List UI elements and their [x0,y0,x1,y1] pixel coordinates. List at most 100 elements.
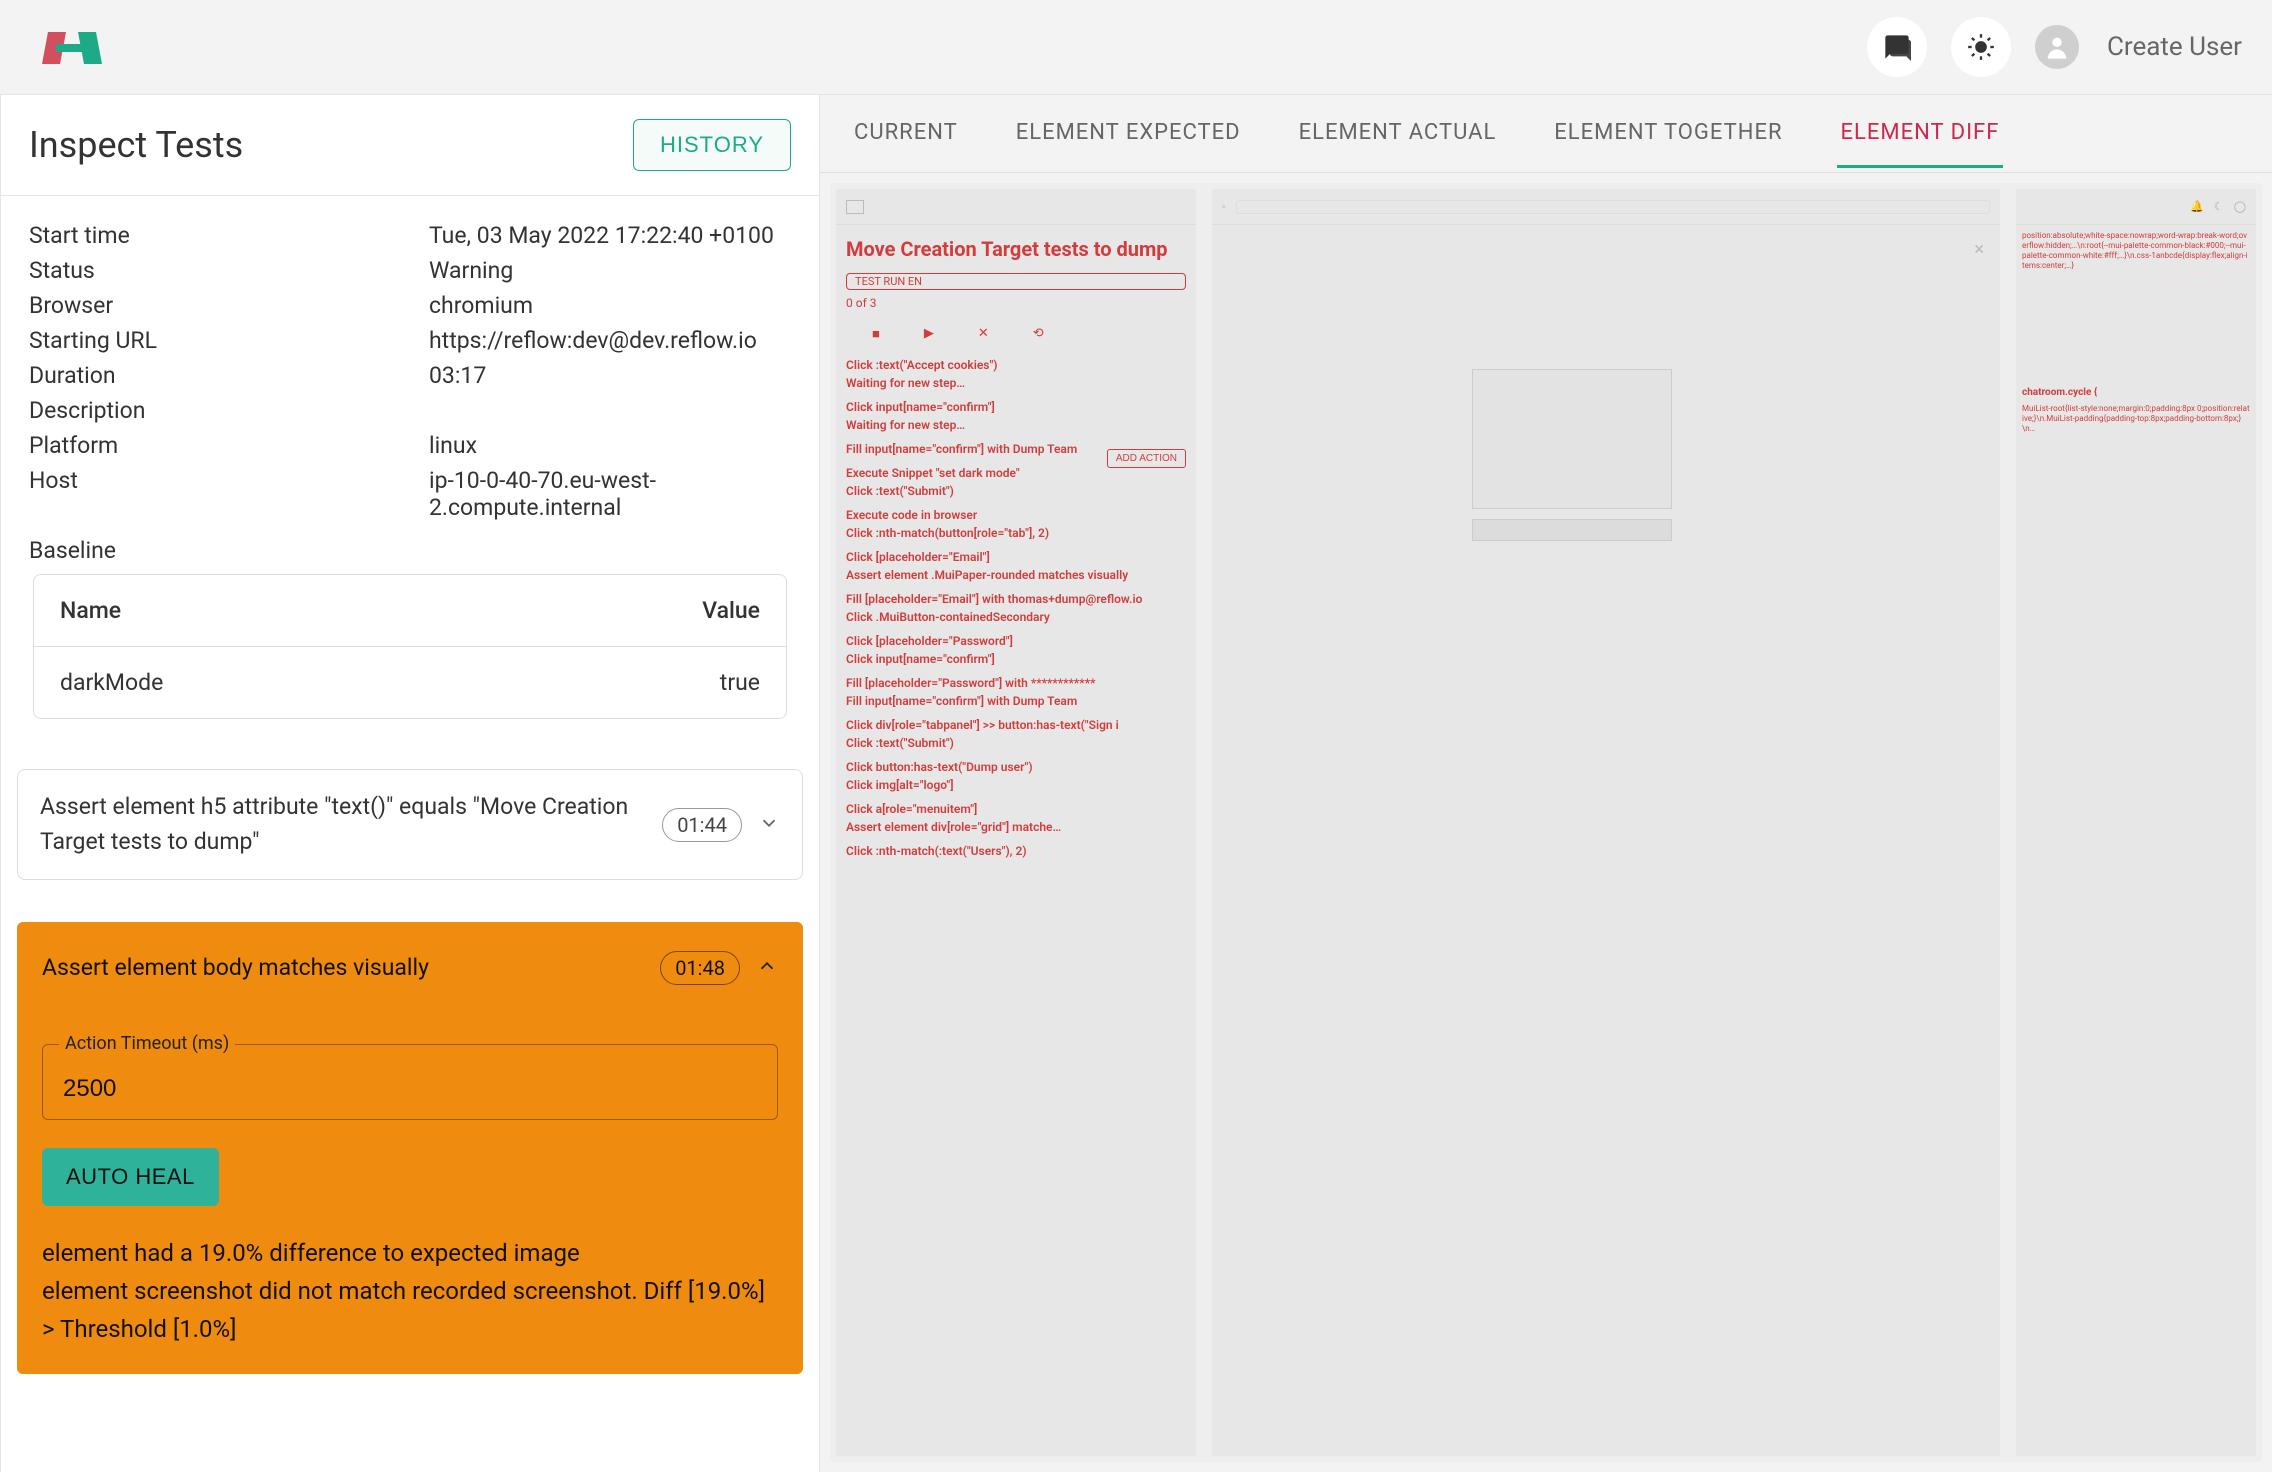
diff-step-line[interactable]: Assert element .MuiPaper-rounded matches… [836,566,1196,584]
chevron-up-icon[interactable] [756,955,778,981]
theme-icon[interactable]: ☾ [2214,200,2224,213]
topbar: Create User [0,0,2272,95]
theme-toggle-icon[interactable] [1951,17,2011,77]
detail-label-start-time: Start time [29,222,429,249]
test-step-header[interactable]: Assert element body matches visually 01:… [18,923,802,1014]
tab-current[interactable]: CURRENT [850,100,962,168]
diff-step-line[interactable]: Waiting for new step… [836,416,1196,434]
baseline-row-value: true [620,669,760,696]
avatar-icon[interactable]: ◯ [2234,200,2246,213]
tabs: CURRENT ELEMENT EXPECTED ELEMENT ACTUAL … [820,95,2272,173]
baseline-label: Baseline [29,537,791,564]
tab-element-diff[interactable]: ELEMENT DIFF [1837,100,2004,168]
detail-label-platform: Platform [29,432,429,459]
diff-logo-icon [846,200,864,214]
action-timeout-label: Action Timeout (ms) [59,1033,235,1054]
page-title: Inspect Tests [29,124,243,166]
test-step-time: 01:48 [660,951,740,985]
chevron-down-icon[interactable] [758,812,780,838]
diff-right-column: 🔔 ☾ ◯ position:absolute;white-space:nowr… [2016,189,2256,1456]
detail-value-browser: chromium [429,292,791,319]
diff-step-line[interactable]: Click div[role="tabpanel"] >> button:has… [836,716,1196,734]
diff-mid-column: ◦ × [1212,189,2000,1456]
diff-step-line[interactable]: Click :nth-match(button[role="tab"], 2) [836,524,1196,542]
test-step-warning: Assert element body matches visually 01:… [17,922,803,1374]
detail-label-description: Description [29,397,429,424]
diff-step-line[interactable]: Click button:has-text("Dump user") [836,758,1196,776]
error-text-line: element screenshot did not match recorde… [42,1272,778,1349]
diff-css-text: position:absolute;white-space:nowrap;wor… [2016,225,2256,277]
diff-step-line[interactable]: Fill [placeholder="Password"] with *****… [836,674,1196,692]
detail-value-description [429,397,791,424]
avatar[interactable] [2035,25,2079,69]
diff-pill: TEST RUN EN [846,273,1186,290]
diff-viewport: Move Creation Target tests to dump TEST … [830,183,2262,1462]
baseline-table: Name Value darkMode true [33,574,787,719]
diff-left-column: Move Creation Target tests to dump TEST … [836,189,1196,1456]
diff-step-line[interactable]: Click input[name="confirm"] [836,398,1196,416]
close-icon[interactable]: ✕ [978,326,989,342]
baseline-name-header: Name [60,597,620,624]
action-timeout-field[interactable]: Action Timeout (ms) [42,1044,778,1120]
diff-step-line[interactable]: Click img[alt="logo"] [836,776,1196,794]
detail-label-duration: Duration [29,362,429,389]
bell-icon[interactable]: 🔔 [2190,200,2204,213]
detail-value-starting-url: https://reflow:dev@dev.reflow.io [429,327,791,354]
detail-label-starting-url: Starting URL [29,327,429,354]
diff-css-header: chatroom.cycle { [2016,387,2256,398]
baseline-row-name: darkMode [60,669,620,696]
tab-element-together[interactable]: ELEMENT TOGETHER [1550,100,1786,168]
diff-topbar [836,189,1196,225]
play-icon[interactable]: ▶ [924,326,934,342]
diff-step-line[interactable]: Click [placeholder="Password"] [836,632,1196,650]
action-timeout-input[interactable] [43,1045,777,1119]
diff-step-line[interactable]: Execute code in browser [836,506,1196,524]
detail-value-host: ip-10-0-40-70.eu-west-2.compute.internal [429,467,791,521]
detail-label-host: Host [29,467,429,521]
chat-icon[interactable] [1867,17,1927,77]
test-details: Start timeTue, 03 May 2022 17:22:40 +010… [1,196,819,757]
right-pane: CURRENT ELEMENT EXPECTED ELEMENT ACTUAL … [820,95,2272,1472]
history-button[interactable]: HISTORY [633,119,791,171]
baseline-value-header: Value [620,597,760,624]
detail-value-duration: 03:17 [429,362,791,389]
diff-step-line[interactable]: Click a[role="menuitem"] [836,800,1196,818]
diff-subtitle: 0 of 3 [836,296,1196,316]
logo [42,22,102,72]
diff-step-list: Click :text("Accept cookies")Waiting for… [836,356,1196,860]
diff-topbar: ◦ [1212,189,2000,225]
test-step-text: Assert element body matches visually [42,951,644,986]
tab-element-actual[interactable]: ELEMENT ACTUAL [1295,100,1501,168]
diff-step-line[interactable]: Click :text("Submit") [836,734,1196,752]
diff-title: Move Creation Target tests to dump [836,225,1196,267]
diff-step-line[interactable]: Click input[name="confirm"] [836,650,1196,668]
tab-element-expected[interactable]: ELEMENT EXPECTED [1012,100,1245,168]
diff-step-line[interactable]: Click :nth-match(:text("Users"), 2) [836,842,1196,860]
error-text-line: element had a 19.0% difference to expect… [42,1234,778,1272]
add-action-button[interactable]: ADD ACTION [1107,449,1186,468]
auto-heal-button[interactable]: AUTO HEAL [42,1148,219,1206]
close-icon[interactable]: × [1974,239,1984,260]
diff-step-line[interactable]: Fill [placeholder="Email"] with thomas+d… [836,590,1196,608]
test-step-text: Assert element h5 attribute "text()" equ… [40,790,646,859]
diff-step-line[interactable]: Waiting for new step… [836,374,1196,392]
left-pane: Inspect Tests HISTORY Start timeTue, 03 … [0,95,820,1472]
diff-step-line[interactable]: Fill input[name="confirm"] with Dump Tea… [836,692,1196,710]
diff-step-line[interactable]: Click [placeholder="Email"] [836,548,1196,566]
refresh-icon[interactable]: ⟲ [1033,326,1044,342]
diff-css-text: MuiList-root{list-style:none;margin:0;pa… [2016,398,2256,440]
stop-icon[interactable]: ■ [872,326,880,342]
detail-value-start-time: Tue, 03 May 2022 17:22:40 +0100 [429,222,791,249]
detail-value-status: Warning [429,257,791,284]
diff-topbar: 🔔 ☾ ◯ [2016,189,2256,225]
test-step[interactable]: Assert element h5 attribute "text()" equ… [17,769,803,880]
diff-step-line[interactable]: Click :text("Submit") [836,482,1196,500]
detail-label-browser: Browser [29,292,429,319]
create-user-link[interactable]: Create User [2107,32,2242,62]
baseline-row: darkMode true [34,647,786,718]
diff-step-line[interactable]: Click .MuiButton-containedSecondary [836,608,1196,626]
diff-controls: ■ ▶ ✕ ⟲ [836,316,1196,356]
diff-step-line[interactable]: Assert element div[role="grid"] matche… [836,818,1196,836]
diff-step-line[interactable]: Click :text("Accept cookies") [836,356,1196,374]
detail-label-status: Status [29,257,429,284]
